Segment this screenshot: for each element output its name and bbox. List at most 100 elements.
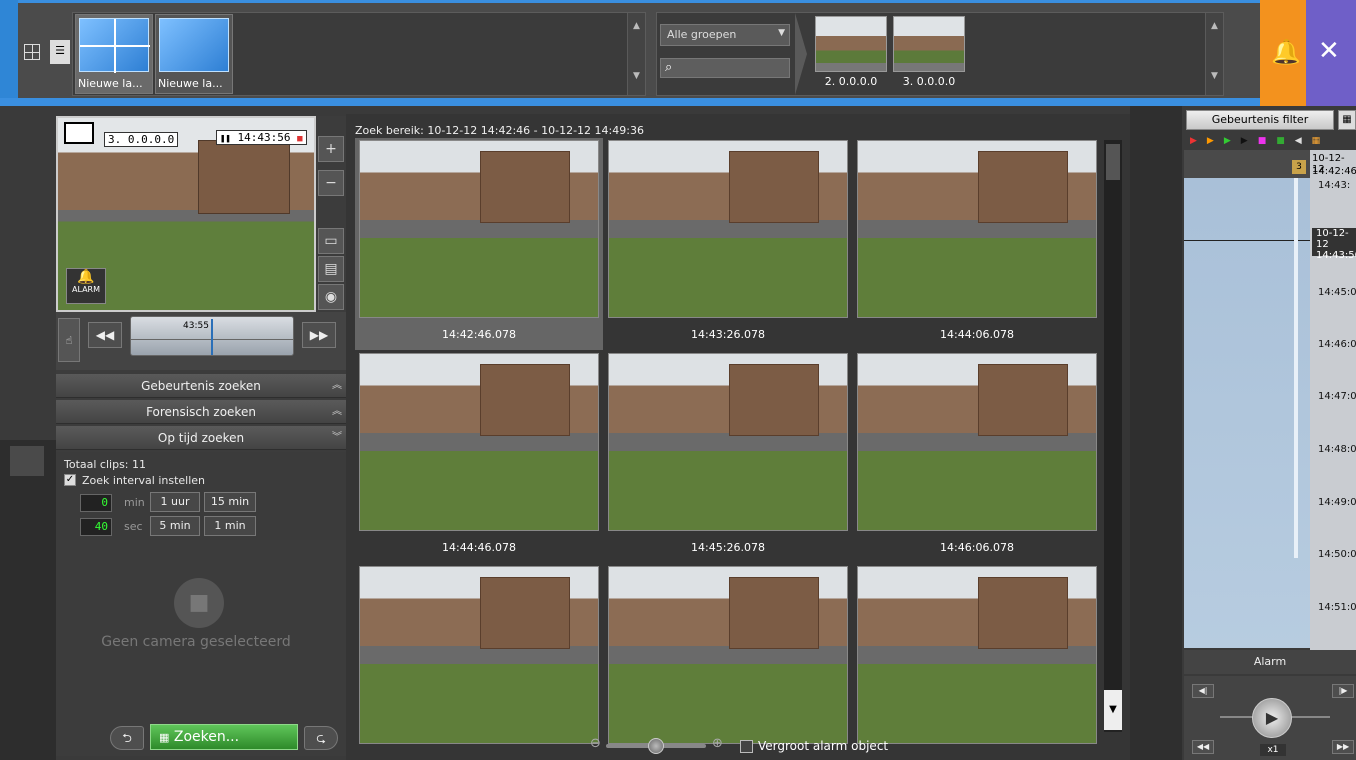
frame-cell[interactable] — [604, 564, 852, 760]
filter-speaker-icon[interactable]: ◀ — [1295, 136, 1312, 146]
filter-black-icon[interactable]: ▶ — [1241, 136, 1258, 146]
alarm-tab[interactable]: 🔔 — [1260, 0, 1306, 106]
cameras-scrollbar[interactable]: ▲ ▼ — [1205, 13, 1223, 95]
fast-forward-button[interactable]: ▶▶ — [302, 322, 336, 348]
interval-1-min-button[interactable]: 1 min — [204, 516, 256, 536]
chevron-down-icon: ▼ — [778, 28, 785, 38]
next-frame-button[interactable]: |▶ — [1332, 684, 1354, 698]
rewind-button[interactable]: ◀◀ — [88, 322, 122, 348]
zoom-in-button[interactable]: + — [318, 136, 344, 162]
frame-thumbnail[interactable] — [608, 140, 848, 318]
enlarge-checkbox[interactable] — [740, 740, 753, 753]
cameras-arrow-divider — [795, 13, 807, 95]
accordion-event-search[interactable]: Gebeurtenis zoeken ︽ — [56, 374, 346, 398]
filter-orange-icon[interactable]: ▶ — [1207, 136, 1224, 146]
frame-thumbnail[interactable] — [359, 140, 599, 318]
monitor-icon[interactable]: ▭ — [318, 228, 344, 254]
zoom-slider-handle[interactable] — [648, 738, 664, 754]
cursor-time: 14:43:56 — [1316, 250, 1356, 261]
event-filter-button[interactable]: Gebeurtenis filter — [1186, 110, 1334, 130]
filter-green-icon[interactable]: ▶ — [1224, 136, 1241, 146]
frame-time: 14:46:06.078 — [940, 541, 1014, 554]
minutes-stepper[interactable]: 0 — [80, 494, 112, 512]
preview-time: ❚❚ 14:43:56 ■ — [216, 130, 307, 145]
frame-thumbnail[interactable] — [359, 353, 599, 531]
forward-button[interactable]: ⮎ — [304, 726, 338, 750]
layout-menu-button[interactable]: ☰ — [50, 40, 70, 64]
interval-1-hour-button[interactable]: 1 uur — [150, 492, 200, 512]
back-button[interactable]: ⮌ — [110, 726, 144, 750]
group-select[interactable]: Alle groepen ▼ — [660, 24, 790, 46]
frame-thumbnail[interactable] — [608, 566, 848, 744]
scroll-up-icon[interactable] — [1106, 144, 1120, 180]
eye-icon[interactable]: ◉ — [318, 284, 344, 310]
stop-icon[interactable]: ■ — [297, 134, 302, 144]
timeline-track — [1294, 178, 1298, 558]
pause-icon[interactable]: ❚❚ — [220, 134, 231, 144]
film-icon[interactable] — [64, 122, 94, 144]
zoom-in-icon[interactable]: ⊕ — [712, 736, 723, 751]
filter-red-icon[interactable]: ▶ — [1190, 136, 1207, 146]
frame-cell[interactable] — [355, 564, 603, 760]
ff-alarm-button[interactable]: ▶▶ — [1332, 740, 1354, 754]
accordion-time-search[interactable]: Op tijd zoeken ︾ — [56, 426, 346, 450]
interval-5-min-button[interactable]: 5 min — [150, 516, 200, 536]
frame-thumbnail[interactable] — [857, 140, 1097, 318]
layout-thumbnail — [159, 18, 229, 72]
preview-camera-label: 3. 0.0.0.0 — [104, 132, 179, 147]
alarm-button[interactable]: 🔔 ALARM — [66, 268, 106, 304]
current-time: 14:42:46 — [1312, 166, 1356, 177]
layout-label: Nieuwe la... — [78, 77, 143, 90]
play-button[interactable]: ▶ — [1252, 698, 1292, 738]
film-strip-icon[interactable]: ▤ — [318, 256, 344, 282]
filter-magenta-icon[interactable]: ■ — [1258, 136, 1277, 146]
time-slider[interactable]: 43:55 — [130, 316, 294, 356]
frame-cell[interactable]: 14:42:46.078 — [355, 138, 603, 350]
frame-cell[interactable]: 14:44:46.078 — [355, 351, 603, 563]
filter-grid-icon[interactable]: ▦ — [1312, 136, 1331, 146]
layouts-scrollbar[interactable]: ▲ ▼ — [627, 13, 645, 95]
frame-thumbnail[interactable] — [857, 566, 1097, 744]
results-scrollbar[interactable]: ▼ — [1104, 140, 1122, 732]
search-button[interactable]: ▦ Zoeken... — [150, 724, 298, 750]
frame-cell[interactable]: 14:46:06.078 — [853, 351, 1101, 563]
zoom-out-icon[interactable]: ⊖ — [590, 736, 601, 751]
minutes-unit: min — [124, 496, 145, 509]
frame-cell[interactable]: 14:43:26.078 — [604, 138, 852, 350]
layout-grid-icon[interactable] — [24, 44, 40, 60]
event-timeline[interactable] — [1184, 178, 1310, 648]
accordion-forensic-search[interactable]: Forensisch zoeken ︽ — [56, 400, 346, 424]
frame-cell[interactable] — [853, 564, 1101, 760]
timeline-cursor[interactable] — [1184, 240, 1310, 241]
tools-icon: ✕ — [1318, 36, 1340, 66]
rewind-alarm-button[interactable]: ◀◀ — [1192, 740, 1214, 754]
frame-building — [729, 577, 819, 649]
interval-15-min-button[interactable]: 15 min — [204, 492, 256, 512]
camera-thumbnail-2[interactable] — [815, 16, 887, 72]
filter-darkgreen-icon[interactable]: ■ — [1276, 136, 1295, 146]
calendar-icon[interactable]: ▦ — [1338, 110, 1356, 130]
frame-cell[interactable]: 14:45:26.078 — [604, 351, 852, 563]
camera-thumbnail-3[interactable] — [893, 16, 965, 72]
layout-tile-2[interactable]: Nieuwe la... — [155, 14, 233, 94]
accordion-label: Gebeurtenis zoeken — [141, 379, 261, 393]
preview-side-tools: + − ▭ ▤ ◉ — [318, 136, 346, 312]
interval-checkbox[interactable]: ✓ — [64, 474, 76, 486]
camera-preview[interactable]: 3. 0.0.0.0 ❚❚ 14:43:56 ■ 🔔 ALARM — [56, 116, 316, 312]
layout-tile-1[interactable]: Nieuwe la... — [75, 14, 153, 94]
hand-tool-icon[interactable]: ☝ — [58, 318, 80, 362]
slider-handle[interactable] — [211, 319, 213, 355]
frame-cell[interactable]: 14:44:06.078 — [853, 138, 1101, 350]
frame-thumbnail[interactable] — [608, 353, 848, 531]
group-search-input[interactable]: ⌕ — [660, 58, 790, 78]
left-accent-stripe — [0, 0, 18, 106]
zoom-out-button[interactable]: − — [318, 170, 344, 196]
seconds-stepper[interactable]: 40 — [80, 518, 112, 536]
tools-tab[interactable]: ✕ — [1306, 0, 1356, 106]
frame-thumbnail[interactable] — [857, 353, 1097, 531]
prev-frame-button[interactable]: ◀| — [1192, 684, 1214, 698]
timeline-badge: 3 — [1292, 160, 1306, 174]
frame-thumbnail[interactable] — [359, 566, 599, 744]
scroll-down-button[interactable]: ▼ — [1104, 690, 1122, 730]
left-gripper[interactable] — [10, 446, 44, 476]
